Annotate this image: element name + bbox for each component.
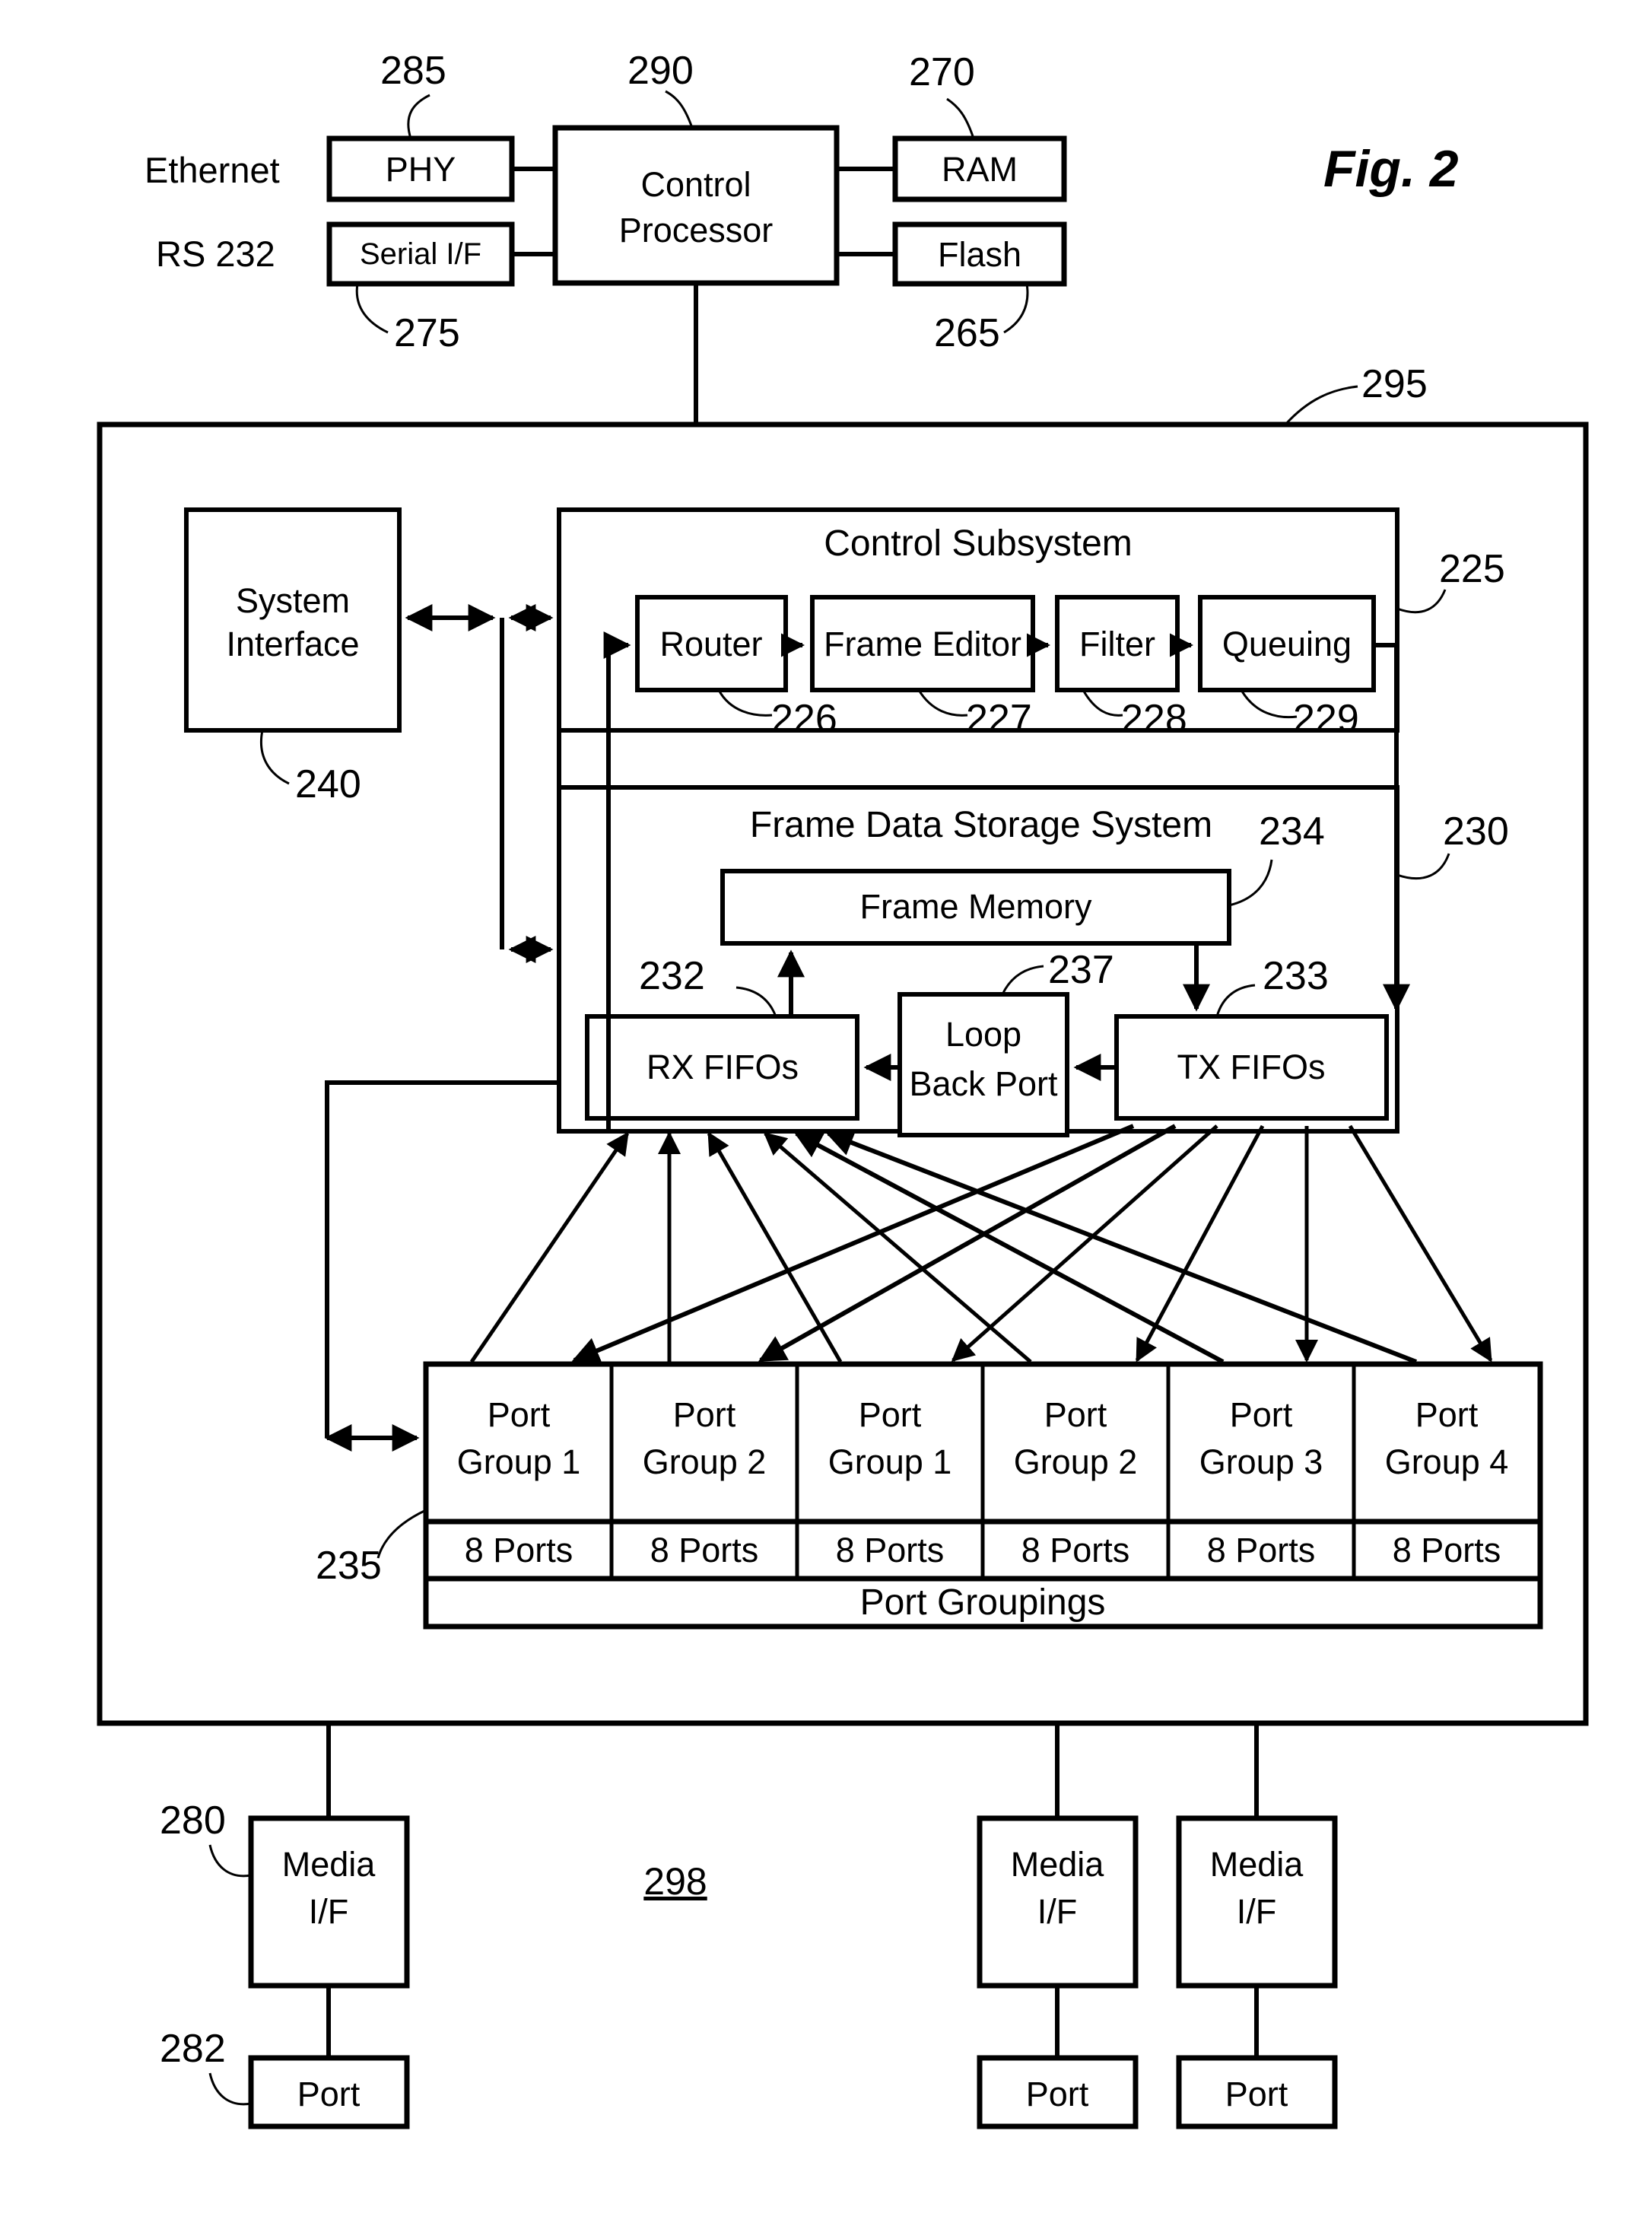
rs232-label: RS 232 <box>156 234 275 274</box>
tx-fifos-label: TX FIFOs <box>1177 1048 1326 1086</box>
ethernet-label: Ethernet <box>145 150 280 190</box>
ref-282: 282 <box>160 2027 226 2071</box>
figure-label: Fig. 2 <box>1323 140 1459 198</box>
phy-label: PHY <box>386 150 456 189</box>
ref-225: 225 <box>1439 547 1505 591</box>
frame-data-storage-title: Frame Data Storage System <box>750 805 1212 845</box>
serial-if-label: Serial I/F <box>360 237 481 271</box>
leader-295 <box>1284 385 1358 426</box>
media-if-label-3b: I/F <box>1237 1892 1277 1931</box>
port-group-1-ports: 8 Ports <box>465 1531 573 1569</box>
system-interface-label-1: System <box>236 581 350 620</box>
port-group-5-line1: Port <box>1230 1395 1293 1434</box>
ref-275: 275 <box>394 311 460 355</box>
port-group-3-line1: Port <box>859 1395 922 1434</box>
port-group-1-line2: Group 1 <box>457 1442 581 1481</box>
ref-226: 226 <box>771 697 837 741</box>
media-if-label-1b: I/F <box>309 1892 349 1931</box>
filter-label: Filter <box>1079 625 1155 663</box>
media-if-label-2a: Media <box>1011 1845 1105 1884</box>
loop-back-port-label-1: Loop <box>945 1015 1021 1054</box>
port-groupings-footer: Port Groupings <box>860 1582 1106 1623</box>
leader-285 <box>407 94 430 139</box>
ref-228: 228 <box>1121 697 1187 741</box>
ref-240: 240 <box>295 762 361 806</box>
leader-280 <box>208 1844 252 1878</box>
ref-229: 229 <box>1293 697 1359 741</box>
port-group-6-line2: Group 4 <box>1385 1442 1509 1481</box>
ref-234: 234 <box>1259 809 1325 854</box>
media-if-label-2b: I/F <box>1037 1892 1078 1931</box>
frame-editor-label: Frame Editor <box>824 625 1021 663</box>
port-group-3-ports: 8 Ports <box>836 1531 945 1569</box>
port-label-3: Port <box>1225 2075 1288 2113</box>
ref-298: 298 <box>643 1860 707 1903</box>
port-group-4-ports: 8 Ports <box>1021 1531 1130 1569</box>
flash-label: Flash <box>938 235 1021 274</box>
ref-290: 290 <box>627 49 694 93</box>
media-if-label-3a: Media <box>1210 1845 1304 1884</box>
control-subsystem-title: Control Subsystem <box>824 523 1133 564</box>
ref-230: 230 <box>1443 809 1509 854</box>
port-group-6-line1: Port <box>1415 1395 1479 1434</box>
port-group-2-line1: Port <box>673 1395 736 1434</box>
control-processor-label-1: Control <box>640 165 751 204</box>
patent-figure-canvas: PHY 285 Serial I/F 275 Ethernet RS 232 C… <box>0 0 1652 2223</box>
port-group-4-line1: Port <box>1044 1395 1107 1434</box>
control-processor-box <box>552 125 840 286</box>
port-group-3-line2: Group 1 <box>828 1442 952 1481</box>
loop-back-port-label-2: Back Port <box>909 1064 1058 1103</box>
ref-285: 285 <box>380 49 446 93</box>
port-group-1-line1: Port <box>488 1395 551 1434</box>
ref-237: 237 <box>1048 948 1114 992</box>
ram-label: RAM <box>942 150 1018 189</box>
rx-fifos-label: RX FIFOs <box>647 1048 799 1086</box>
port-group-6-ports: 8 Ports <box>1393 1531 1501 1569</box>
queuing-label: Queuing <box>1222 625 1352 663</box>
media-if-label-1a: Media <box>282 1845 376 1884</box>
leader-275 <box>355 283 389 334</box>
port-group-2-ports: 8 Ports <box>650 1531 759 1569</box>
ref-232: 232 <box>639 954 705 998</box>
port-label-1: Port <box>297 2075 361 2113</box>
system-interface-box <box>184 507 402 733</box>
system-interface-label-2: Interface <box>226 625 359 663</box>
frame-memory-label: Frame Memory <box>859 887 1092 926</box>
ref-233: 233 <box>1263 954 1329 998</box>
leader-270 <box>946 97 975 139</box>
port-group-5-line2: Group 3 <box>1199 1442 1323 1481</box>
control-processor-label-2: Processor <box>619 211 774 250</box>
ref-270: 270 <box>909 50 975 94</box>
leader-282 <box>208 2072 252 2106</box>
port-group-4-line2: Group 2 <box>1014 1442 1138 1481</box>
router-label: Router <box>659 625 762 663</box>
leader-265 <box>1003 283 1029 334</box>
port-group-2-line2: Group 2 <box>643 1442 767 1481</box>
ref-227: 227 <box>966 697 1032 741</box>
ref-280: 280 <box>160 1798 226 1843</box>
ref-295: 295 <box>1361 362 1428 406</box>
ref-265: 265 <box>934 311 1000 355</box>
leader-290 <box>665 90 694 129</box>
port-label-2: Port <box>1026 2075 1089 2113</box>
ref-235: 235 <box>316 1544 382 1588</box>
port-group-5-ports: 8 Ports <box>1207 1531 1316 1569</box>
